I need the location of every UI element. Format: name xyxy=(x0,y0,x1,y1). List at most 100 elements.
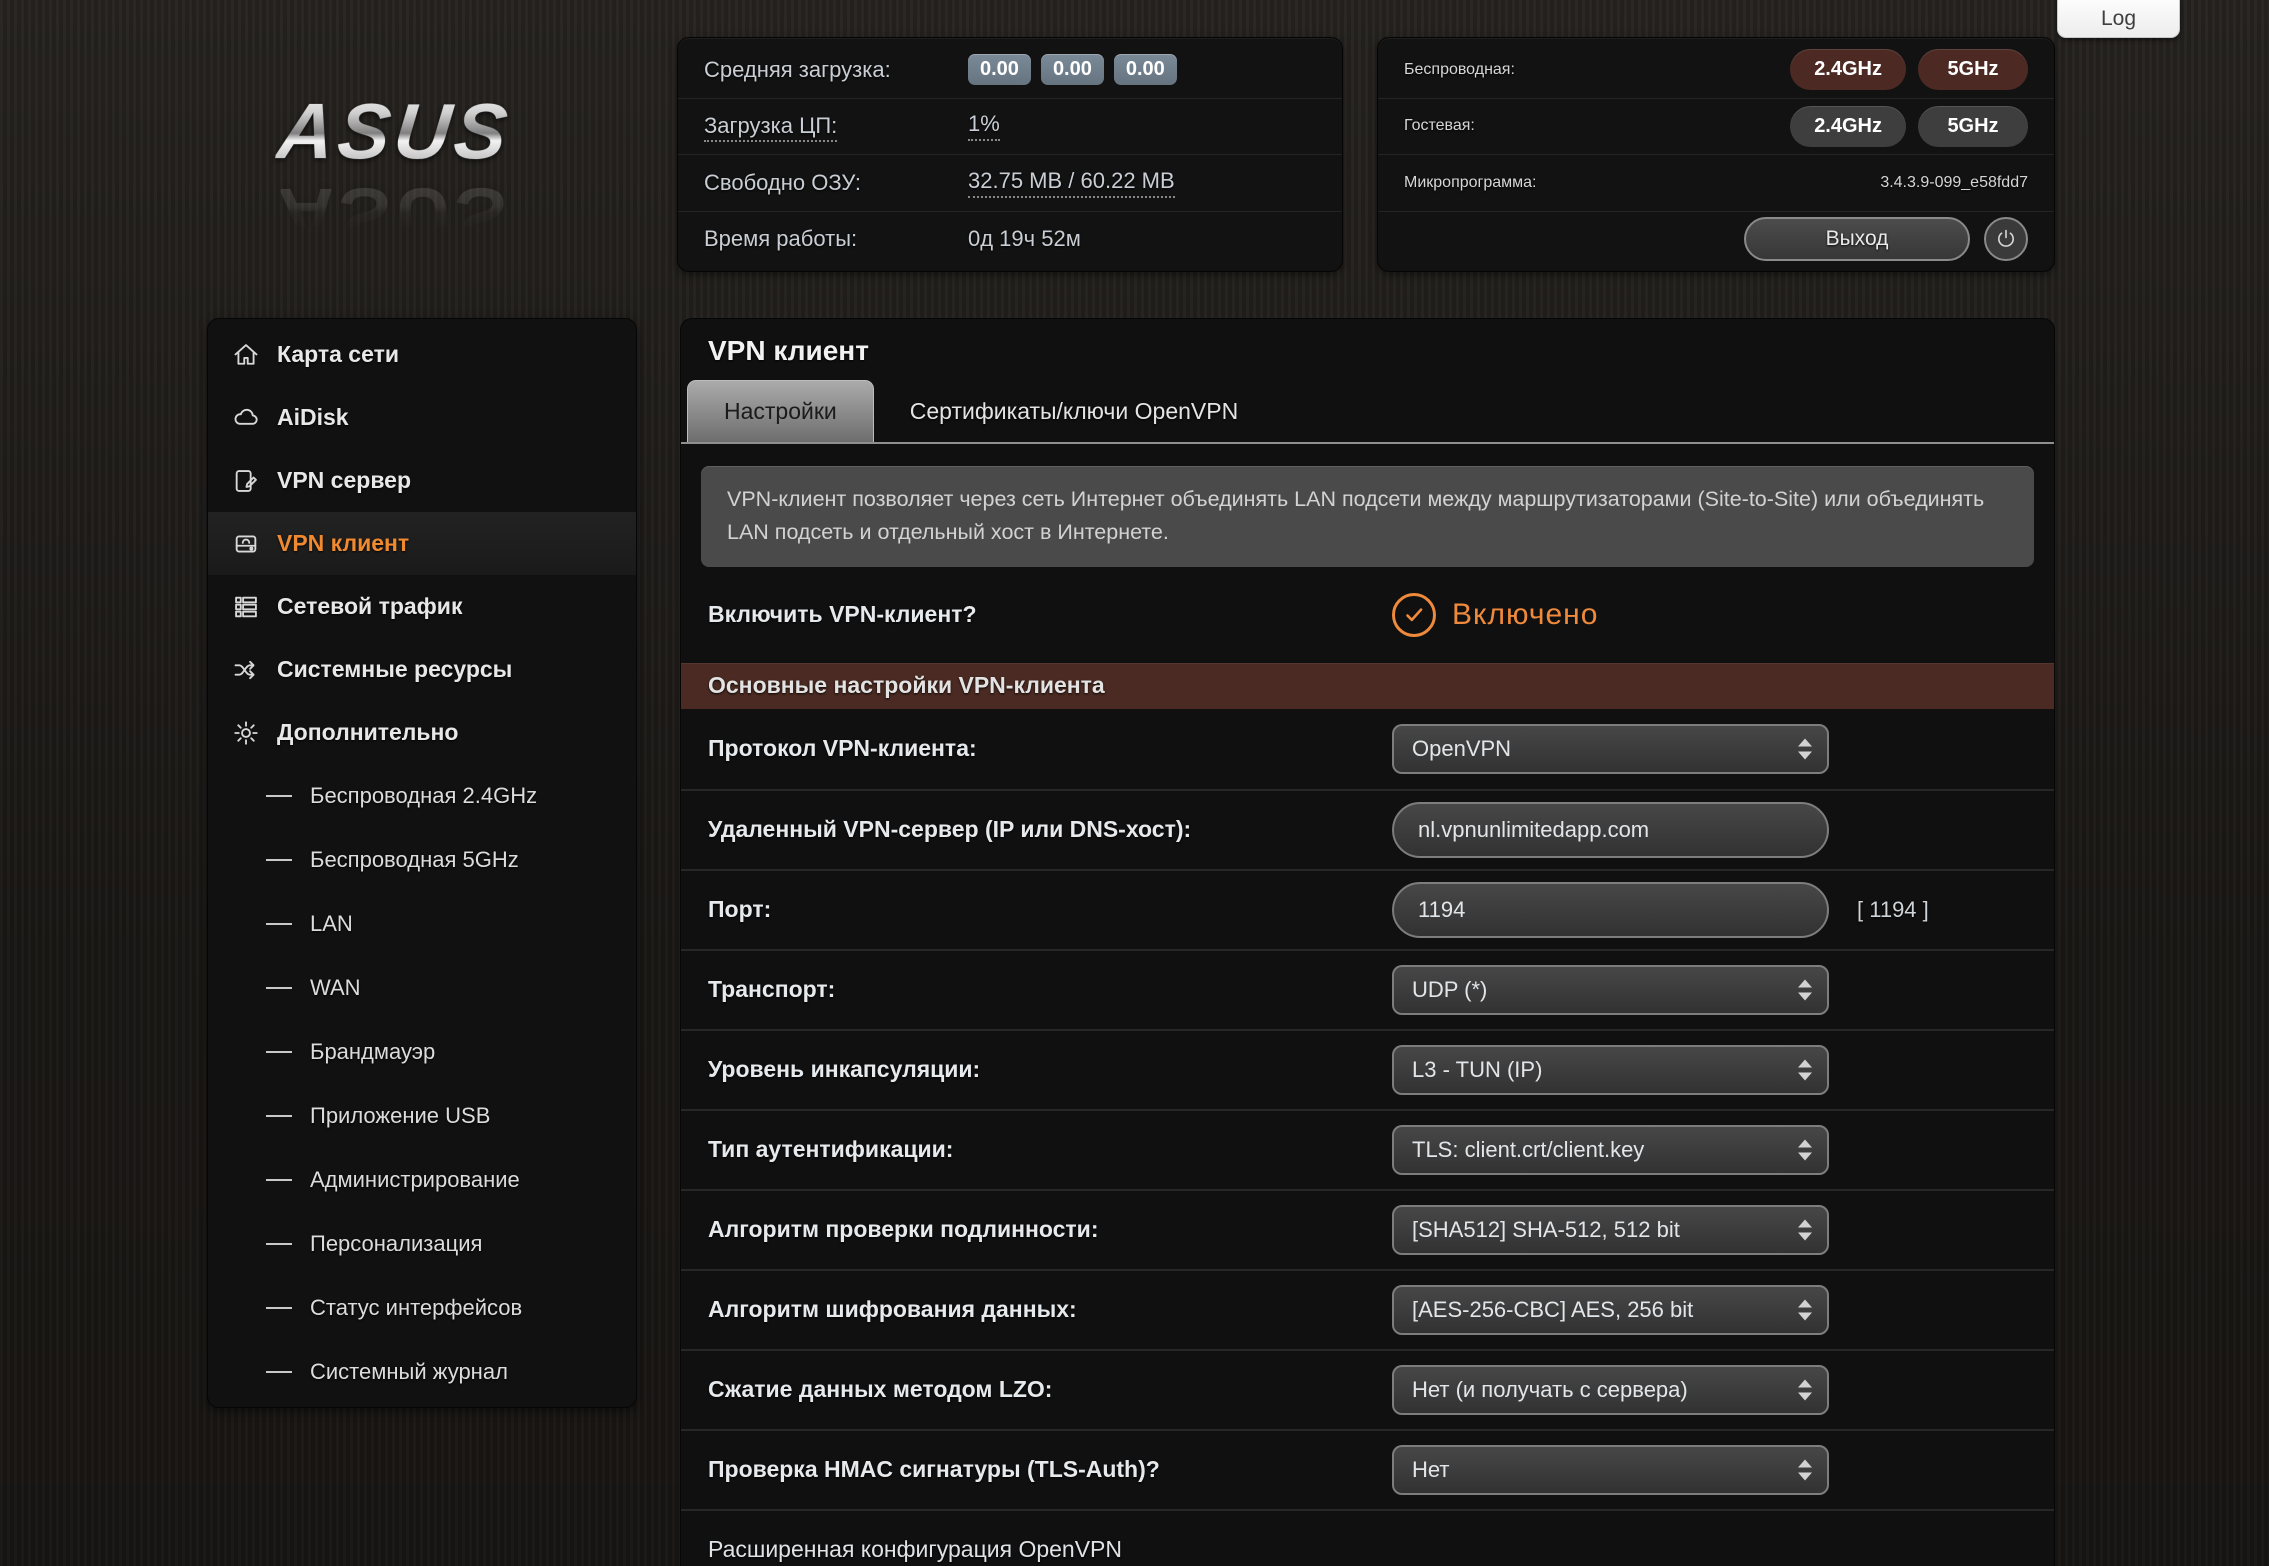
wireless-5ghz-badge[interactable]: 5GHz xyxy=(1918,49,2028,90)
sidebar-item-network-map[interactable]: Карта сети xyxy=(208,323,636,386)
sidebar-subitem-label: Беспроводная 5GHz xyxy=(310,847,519,873)
form-row-cipher: Алгоритм шифрования данных: [AES-256-CBC… xyxy=(681,1269,2054,1349)
auth-type-select[interactable]: TLS: client.crt/client.key xyxy=(1392,1125,1829,1175)
cipher-select[interactable]: [AES-256-CBC] AES, 256 bit xyxy=(1392,1285,1829,1335)
wireless-label: Беспроводная: xyxy=(1404,61,1515,79)
enable-vpn-client-label: Включить VPN-клиент? xyxy=(708,601,1392,628)
check-circle-icon xyxy=(1392,593,1436,637)
sidebar-subitem-wireless-24[interactable]: Беспроводная 2.4GHz xyxy=(208,764,636,828)
tab-bar: Настройки Сертификаты/ключи OpenVPN xyxy=(681,382,2054,444)
form-row-port: Порт: 1194 [ 1194 ] xyxy=(681,869,2054,949)
system-status-panel: Средняя загрузка: 0.00 0.00 0.00 Загрузк… xyxy=(677,37,1343,272)
dash-icon xyxy=(266,1179,292,1181)
form-row-protocol: Протокол VPN-клиента: OpenVPN xyxy=(681,709,2054,789)
tab-openvpn-certs[interactable]: Сертификаты/ключи OpenVPN xyxy=(874,380,1274,442)
dash-icon xyxy=(266,1115,292,1117)
load-badge-2: 0.00 xyxy=(1041,54,1104,85)
gear-icon xyxy=(232,719,260,747)
form-row-transport: Транспорт: UDP (*) xyxy=(681,949,2054,1029)
sidebar-subitem-wan[interactable]: WAN xyxy=(208,956,636,1020)
dash-icon xyxy=(266,1051,292,1053)
form-row-auth-type: Тип аутентификации: TLS: client.crt/clie… xyxy=(681,1109,2054,1189)
sidebar-item-vpn-client[interactable]: VPN клиент xyxy=(208,512,636,575)
log-button-label: Log xyxy=(2101,7,2136,31)
dash-icon xyxy=(266,923,292,925)
protocol-label: Протокол VPN-клиента: xyxy=(708,735,1392,762)
tab-settings[interactable]: Настройки xyxy=(687,380,874,442)
sidebar-nav: Карта сети AiDisk VPN сервер VPN клиент … xyxy=(207,318,637,1408)
sidebar-subitem-firewall[interactable]: Брандмауэр xyxy=(208,1020,636,1084)
remote-server-value: nl.vpnunlimitedapp.com xyxy=(1418,817,1649,843)
port-input[interactable]: 1194 xyxy=(1392,882,1829,938)
logout-controls: Выход xyxy=(1744,217,2028,261)
vpn-client-info-box: VPN-клиент позволяет через сеть Интернет… xyxy=(701,466,2034,567)
sidebar-subitem-label: Брандмауэр xyxy=(310,1039,435,1065)
hmac-algorithm-select[interactable]: [SHA512] SHA-512, 512 bit xyxy=(1392,1205,1829,1255)
sidebar-subitem-interface-status[interactable]: Статус интерфейсов xyxy=(208,1276,636,1340)
dash-icon xyxy=(266,859,292,861)
router-admin-page: Log ASUS ASUS Средняя загрузка: 0.00 0.0… xyxy=(0,0,2269,1566)
asus-logo-text: ASUS xyxy=(273,86,515,177)
dash-icon xyxy=(266,1371,292,1373)
form-row-hmac-algorithm: Алгоритм проверки подлинности: [SHA512] … xyxy=(681,1189,2054,1269)
sidebar-item-aidisk[interactable]: AiDisk xyxy=(208,386,636,449)
guest-24ghz-badge[interactable]: 2.4GHz xyxy=(1790,106,1906,147)
firmware-row: Микропрограмма: 3.4.3.9-099_e58fdd7 xyxy=(1378,154,2054,211)
sidebar-subitem-lan[interactable]: LAN xyxy=(208,892,636,956)
wireless-24ghz-badge[interactable]: 2.4GHz xyxy=(1790,49,1906,90)
free-ram-label: Свободно ОЗУ: xyxy=(704,170,968,196)
form-rows: Протокол VPN-клиента: OpenVPN Удаленный … xyxy=(681,709,2054,1566)
logout-button[interactable]: Выход xyxy=(1744,217,1970,261)
updown-arrows-icon xyxy=(1798,738,1812,759)
sidebar-subitem-personalization[interactable]: Персонализация xyxy=(208,1212,636,1276)
remote-server-label: Удаленный VPN-сервер (IP или DNS-хост): xyxy=(708,816,1392,843)
vpn-client-info-text: VPN-клиент позволяет через сеть Интернет… xyxy=(727,487,1984,544)
remote-server-input[interactable]: nl.vpnunlimitedapp.com xyxy=(1392,802,1829,858)
tls-auth-select[interactable]: Нет xyxy=(1392,1445,1829,1495)
sidebar-item-label: Карта сети xyxy=(277,341,399,368)
transport-select[interactable]: UDP (*) xyxy=(1392,965,1829,1015)
form-row-encapsulation: Уровень инкапсуляции: L3 - TUN (IP) xyxy=(681,1029,2054,1109)
transport-select-value: UDP (*) xyxy=(1412,977,1487,1003)
sidebar-item-label: AiDisk xyxy=(277,404,349,431)
encapsulation-select[interactable]: L3 - TUN (IP) xyxy=(1392,1045,1829,1095)
guest-badges: 2.4GHz 5GHz xyxy=(1790,106,2028,147)
sidebar-subitem-wireless-5[interactable]: Беспроводная 5GHz xyxy=(208,828,636,892)
lzo-select[interactable]: Нет (и получать с сервера) xyxy=(1392,1365,1829,1415)
sidebar-item-label: VPN сервер xyxy=(277,467,411,494)
sidebar-subitem-system-log[interactable]: Системный журнал xyxy=(208,1340,636,1404)
sidebar-item-label: VPN клиент xyxy=(277,530,409,557)
sidebar-subitem-administration[interactable]: Администрирование xyxy=(208,1148,636,1212)
uptime-label: Время работы: xyxy=(704,226,968,252)
guest-label: Гостевая: xyxy=(1404,117,1475,135)
transport-label: Транспорт: xyxy=(708,976,1392,1003)
sidebar-item-advanced[interactable]: Дополнительно xyxy=(208,701,636,764)
updown-arrows-icon xyxy=(1798,1459,1812,1480)
log-button[interactable]: Log xyxy=(2057,0,2180,38)
sidebar-item-system-resources[interactable]: Системные ресурсы xyxy=(208,638,636,701)
load-average-row: Средняя загрузка: 0.00 0.00 0.00 xyxy=(678,42,1342,98)
hmac-algorithm-label: Алгоритм проверки подлинности: xyxy=(708,1216,1392,1243)
cpu-load-value[interactable]: 1% xyxy=(968,111,1000,141)
firmware-version-link[interactable]: 3.4.3.9-099_e58fdd7 xyxy=(1880,174,2028,192)
protocol-select[interactable]: OpenVPN xyxy=(1392,724,1829,774)
sidebar-item-vpn-server[interactable]: VPN сервер xyxy=(208,449,636,512)
form-row-tls-auth: Проверка HMAC сигнатуры (TLS-Auth)? Нет xyxy=(681,1429,2054,1509)
sidebar-subitem-usb-app[interactable]: Приложение USB xyxy=(208,1084,636,1148)
reboot-button[interactable] xyxy=(1984,217,2028,261)
wireless-badges: 2.4GHz 5GHz xyxy=(1790,49,2028,90)
sidebar-item-network-traffic[interactable]: Сетевой трафик xyxy=(208,575,636,638)
shuffle-icon xyxy=(232,656,260,684)
section-header-basic-settings: Основные настройки VPN-клиента xyxy=(681,663,2054,709)
lzo-label: Сжатие данных методом LZO: xyxy=(708,1376,1392,1403)
form-row-lzo: Сжатие данных методом LZO: Нет (и получа… xyxy=(681,1349,2054,1429)
advanced-config-label: Расширенная конфигурация OpenVPN xyxy=(708,1536,1392,1563)
guest-5ghz-badge[interactable]: 5GHz xyxy=(1918,106,2028,147)
firmware-label: Микропрограмма: xyxy=(1404,174,1537,192)
sidebar-subitem-label: Приложение USB xyxy=(310,1103,490,1129)
enable-vpn-client-toggle[interactable]: Включено xyxy=(1392,593,1598,637)
sidebar-subitem-label: Беспроводная 2.4GHz xyxy=(310,783,537,809)
lzo-select-value: Нет (и получать с сервера) xyxy=(1412,1377,1688,1403)
cpu-load-label[interactable]: Загрузка ЦП: xyxy=(704,113,968,139)
free-ram-value[interactable]: 32.75 MB / 60.22 MB xyxy=(968,168,1175,198)
